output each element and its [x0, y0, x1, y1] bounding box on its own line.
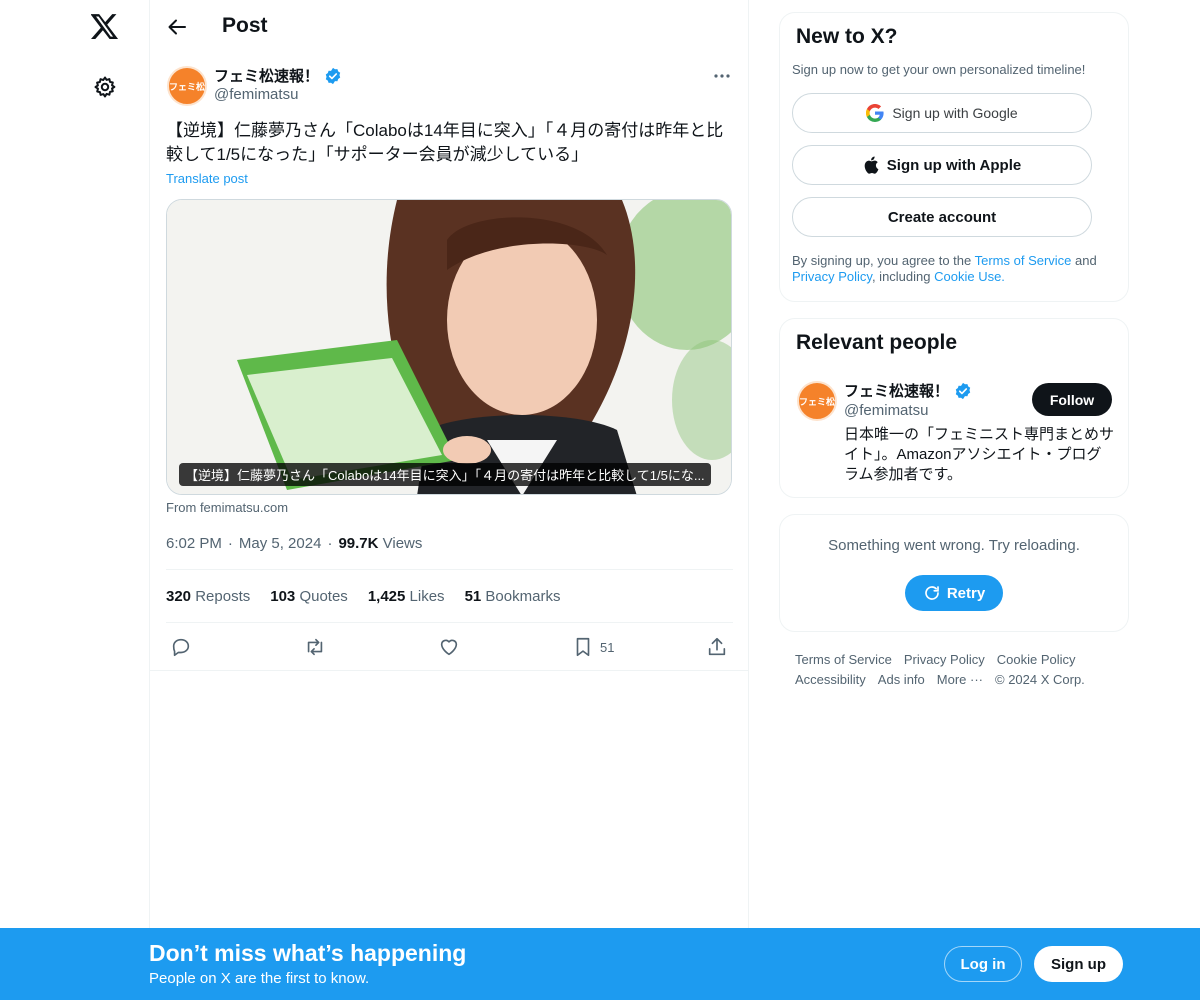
- footer-copyright: © 2024 X Corp.: [995, 672, 1085, 687]
- page-title: Post: [222, 14, 268, 37]
- translate-post-link[interactable]: Translate post: [166, 171, 248, 186]
- footer-more[interactable]: More ···: [937, 672, 983, 687]
- stat-reposts[interactable]: 320 Reposts: [166, 588, 250, 605]
- card-image: [167, 200, 731, 494]
- relevant-avatar[interactable]: フェミ松: [797, 381, 837, 421]
- settings-gear-icon[interactable]: [90, 72, 120, 102]
- login-banner: Don’t miss what’s happening People on X …: [0, 928, 1200, 1000]
- signup-title: New to X?: [796, 25, 898, 48]
- banner-subtitle: People on X are the first to know.: [149, 970, 370, 987]
- author-handle[interactable]: @femimatsu: [214, 86, 298, 103]
- post-actions: 51: [150, 634, 749, 660]
- footer-cookie[interactable]: Cookie Policy: [997, 652, 1076, 667]
- bookmark-count: 51: [600, 639, 615, 655]
- signup-subtitle: Sign up now to get your own personalized…: [792, 62, 1086, 77]
- terms-link[interactable]: Terms of Service: [975, 253, 1072, 268]
- privacy-link[interactable]: Privacy Policy: [792, 269, 872, 284]
- signup-box: New to X? Sign up now to get your own pe…: [779, 12, 1129, 302]
- relevant-name[interactable]: フェミ松速報！: [844, 380, 949, 401]
- relevant-name-row[interactable]: フェミ松速報！: [844, 380, 972, 401]
- footer-privacy[interactable]: Privacy Policy: [904, 652, 985, 667]
- footer-ads-info[interactable]: Ads info: [878, 672, 925, 687]
- login-button[interactable]: Log in: [944, 946, 1022, 982]
- like-heart-icon[interactable]: [438, 634, 460, 660]
- meta-separator: ·: [327, 535, 333, 552]
- back-arrow-icon[interactable]: [162, 12, 192, 42]
- retry-label: Retry: [946, 584, 986, 602]
- relevant-title: Relevant people: [796, 331, 958, 354]
- follow-button[interactable]: Follow: [1032, 383, 1112, 416]
- signup-google-label: Sign up with Google: [892, 105, 1018, 121]
- avatar-text: フェミ松: [799, 396, 836, 407]
- more-options-icon[interactable]: [710, 66, 734, 86]
- banner-title: Don’t miss what’s happening: [149, 940, 467, 966]
- error-box: Something went wrong. Try reloading. Ret…: [779, 514, 1129, 632]
- link-card[interactable]: 【逆境】仁藤夢乃さん「Colaboは14年目に突入」「４月の寄付は昨年と比較して…: [166, 199, 732, 495]
- divider: [166, 622, 733, 623]
- reply-icon[interactable]: [170, 634, 192, 660]
- create-account-button[interactable]: Create account: [792, 197, 1092, 237]
- relevant-people-box: Relevant people フェミ松 フェミ松速報！ @femimatsu …: [779, 318, 1129, 498]
- post-stats: 320 Reposts 103 Quotes 1,425 Likes 51 Bo…: [166, 588, 560, 605]
- footer-accessibility[interactable]: Accessibility: [795, 672, 866, 687]
- bookmark-icon: [576, 637, 590, 657]
- stat-likes[interactable]: 1,425 Likes: [368, 588, 445, 605]
- signup-legal: By signing up, you agree to the Terms of…: [792, 253, 1097, 284]
- author-name-row[interactable]: フェミ松速報！: [214, 65, 342, 86]
- main-column: Post フェミ松 フェミ松速報！ @femimatsu 【逆境】仁藤夢乃さん「…: [150, 0, 749, 1000]
- divider: [150, 670, 749, 671]
- signup-apple-button[interactable]: Sign up with Apple: [792, 145, 1092, 185]
- signup-google-button[interactable]: Sign up with Google: [792, 93, 1092, 133]
- card-source[interactable]: From femimatsu.com: [166, 500, 288, 515]
- bookmark-button[interactable]: 51: [572, 634, 614, 660]
- share-icon[interactable]: [706, 634, 728, 660]
- post-meta: 6:02 PM · May 5, 2024 · 99.7K Views: [166, 535, 422, 552]
- verified-badge-icon: [324, 67, 342, 85]
- signup-apple-label: Sign up with Apple: [886, 156, 1022, 174]
- retry-button[interactable]: Retry: [905, 575, 1003, 611]
- post-date[interactable]: May 5, 2024: [239, 535, 322, 552]
- author-avatar[interactable]: フェミ松: [167, 66, 207, 106]
- footer-terms[interactable]: Terms of Service: [795, 652, 892, 667]
- google-icon: [866, 104, 884, 122]
- relevant-handle[interactable]: @femimatsu: [844, 402, 928, 419]
- cookie-link[interactable]: Cookie Use.: [934, 269, 1005, 284]
- views-count: 99.7K: [338, 535, 379, 552]
- post-text: 【逆境】仁藤夢乃さん「Colaboは14年目に突入」「４月の寄付は昨年と比較して…: [166, 121, 724, 164]
- avatar-text: フェミ松: [169, 81, 206, 92]
- post-header: Post: [150, 0, 749, 54]
- views-label: Views: [382, 535, 423, 552]
- repost-icon[interactable]: [303, 634, 327, 660]
- card-caption: 【逆境】仁藤夢乃さん「Colaboは14年目に突入」「４月の寄付は昨年と比較して…: [179, 463, 711, 486]
- meta-separator: ·: [227, 535, 233, 552]
- divider: [166, 569, 733, 570]
- relevant-bio: 日本唯一の「フェミニスト専門まとめサイト」。Amazonアソシエイト・プログラム…: [844, 426, 1115, 483]
- left-nav: [0, 0, 150, 1000]
- x-logo-icon[interactable]: [88, 10, 122, 44]
- error-message: Something went wrong. Try reloading.: [828, 537, 1080, 554]
- signup-button[interactable]: Sign up: [1034, 946, 1123, 982]
- footer-links: Terms of Service Privacy Policy Cookie Pol…: [795, 650, 1125, 690]
- stat-bookmarks[interactable]: 51 Bookmarks: [465, 588, 561, 605]
- verified-badge-icon: [954, 382, 972, 400]
- post-time[interactable]: 6:02 PM: [166, 535, 222, 552]
- create-account-label: Create account: [887, 208, 997, 226]
- stat-quotes[interactable]: 103 Quotes: [270, 588, 348, 605]
- author-name[interactable]: フェミ松速報！: [214, 65, 319, 86]
- refresh-icon: [925, 586, 939, 600]
- apple-icon: [864, 156, 879, 174]
